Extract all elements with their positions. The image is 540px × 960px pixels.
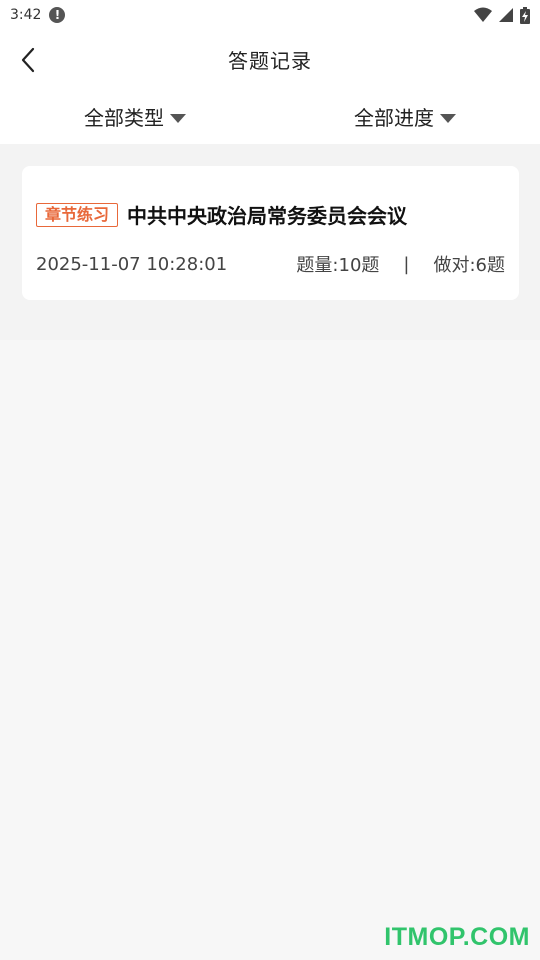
- watermark-logo: ITMOP.COM: [384, 923, 530, 951]
- record-stats-separator: |: [403, 253, 410, 275]
- caret-down-icon: [170, 113, 186, 123]
- record-card[interactable]: 章节练习 中共中央政治局常务委员会会议 2025-11-07 10:28:01 …: [22, 166, 519, 300]
- record-title-row: 章节练习 中共中央政治局常务委员会会议: [36, 200, 505, 229]
- screen: 3:42 ! 答题记录 全部类型 全部进度 章节练习 中共中央政治局常务委员会会…: [0, 0, 540, 960]
- record-title: 中共中央政治局常务委员会会议: [127, 204, 408, 228]
- alert-circle-icon: !: [49, 7, 66, 23]
- caret-down-icon: [440, 113, 456, 123]
- record-meta-row: 2025-11-07 10:28:01 题量:10题 | 做对:6题: [36, 251, 505, 277]
- filter-progress-dropdown[interactable]: 全部进度: [270, 88, 540, 144]
- status-right: [474, 6, 530, 24]
- status-bar: 3:42 !: [0, 0, 540, 30]
- back-button[interactable]: [12, 40, 44, 80]
- wifi-icon: [474, 7, 492, 22]
- app-header: 答题记录: [0, 30, 540, 88]
- page-title: 答题记录: [228, 48, 312, 73]
- filter-bar: 全部类型 全部进度: [0, 88, 540, 144]
- signal-icon: [499, 8, 513, 22]
- status-left: 3:42 !: [10, 7, 66, 23]
- chevron-left-icon: [21, 47, 35, 73]
- filter-type-dropdown[interactable]: 全部类型: [0, 88, 270, 144]
- record-stats: 题量:10题 | 做对:6题: [296, 251, 505, 277]
- records-list: 章节练习 中共中央政治局常务委员会会议 2025-11-07 10:28:01 …: [0, 144, 540, 340]
- record-datetime: 2025-11-07 10:28:01: [36, 253, 228, 275]
- record-correct-count: 做对:6题: [433, 255, 505, 276]
- filter-type-label: 全部类型: [84, 105, 164, 130]
- battery-charging-icon: [520, 6, 530, 24]
- record-tag-badge: 章节练习: [36, 202, 119, 227]
- record-question-count: 题量:10题: [296, 255, 380, 276]
- filter-progress-label: 全部进度: [354, 105, 434, 130]
- status-time: 3:42: [10, 7, 42, 23]
